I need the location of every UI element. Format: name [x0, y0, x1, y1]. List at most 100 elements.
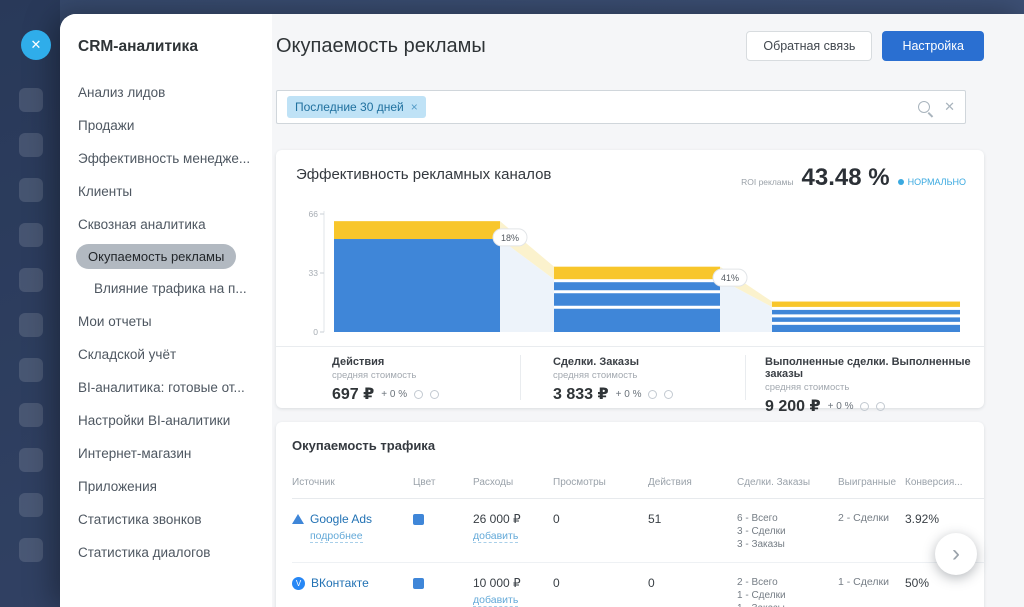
- divider: [520, 355, 521, 400]
- col-expenses: Расходы: [473, 471, 553, 498]
- sidebar-item-end-to-end-analytics[interactable]: Сквозная аналитика: [60, 208, 272, 241]
- main-panel: CRM-аналитика Анализ лидов Продажи Эффек…: [60, 14, 1024, 607]
- source-link[interactable]: ВКонтакте: [311, 576, 369, 590]
- stat-value: 3 833 ₽: [553, 384, 609, 404]
- sidebar-title: CRM-аналитика: [60, 38, 272, 56]
- stat-subtitle: средняя стоимость: [332, 370, 439, 381]
- help-icon[interactable]: [664, 390, 673, 399]
- table-row-vkontakte: V ВКонтакте 10 000 ₽ добавить 0 0 2 - Вс…: [292, 563, 984, 607]
- ad-channels-efficiency-card: Эффективность рекламных каналов ROI рекл…: [276, 150, 984, 408]
- sidebar-item-inventory[interactable]: Складской учёт: [60, 338, 272, 371]
- page-header: Окупаемость рекламы Обратная связь Настр…: [276, 14, 984, 78]
- channel-color-swatch: [413, 514, 424, 525]
- sidebar-item-applications[interactable]: Приложения: [60, 470, 272, 503]
- rail-app-icon: [19, 178, 43, 202]
- stat-delta: + 0 %: [381, 389, 407, 400]
- deals-cell: 6 - Всего 3 - Сделки 3 - Заказы: [737, 512, 838, 551]
- details-link[interactable]: подробнее: [310, 530, 363, 543]
- col-color: Цвет: [413, 471, 473, 498]
- rail-app-icon: [19, 358, 43, 382]
- filter-search-bar[interactable]: Последние 30 дней × ✕: [276, 90, 966, 124]
- funnel-card-title: Эффективность рекламных каналов: [296, 166, 551, 183]
- traffic-card-title: Окупаемость трафика: [292, 438, 984, 453]
- stat-title: Сделки. Заказы: [553, 356, 673, 368]
- clear-filter-icon[interactable]: ✕: [944, 99, 955, 115]
- sidebar-item-bi-analytics-reports[interactable]: BI-аналитика: готовые от...: [60, 371, 272, 404]
- rail-app-icon: [19, 538, 43, 562]
- stat-value: 9 200 ₽: [765, 396, 821, 416]
- roi-block: ROI рекламы 43.48 % НОРМАЛЬНО: [741, 164, 966, 192]
- sidebar-item-manager-efficiency[interactable]: Эффективность менедже...: [60, 142, 272, 175]
- scroll-right-button[interactable]: ›: [935, 533, 977, 575]
- sidebar-item-bi-settings[interactable]: Настройки BI-аналитики: [60, 404, 272, 437]
- conversion-value: 50%: [905, 576, 984, 590]
- traffic-payback-card: Окупаемость трафика Источник Цвет Расход…: [276, 422, 984, 607]
- conversion-value: 3.92%: [905, 512, 984, 526]
- status-dot-icon: [898, 179, 904, 185]
- info-icon[interactable]: [860, 402, 869, 411]
- col-source: Источник: [292, 471, 413, 498]
- dimmed-app-rail: [0, 0, 60, 607]
- close-slider-button[interactable]: ✕: [21, 30, 51, 60]
- svg-text:0: 0: [313, 327, 318, 337]
- funnel-stats-row: Действия средняя стоимость 697 ₽ + 0 % С…: [276, 346, 984, 408]
- sidebar-item-sales[interactable]: Продажи: [60, 109, 272, 142]
- sidebar-item-lead-analysis[interactable]: Анализ лидов: [60, 76, 272, 109]
- svg-text:66: 66: [309, 209, 319, 219]
- won-value: 2 - Сделки: [838, 512, 905, 524]
- source-link[interactable]: Google Ads: [310, 512, 372, 526]
- sidebar-nav: Анализ лидов Продажи Эффективность менед…: [60, 76, 272, 569]
- traffic-table: Источник Цвет Расходы Просмотры Действия…: [292, 471, 984, 607]
- stat-completed-deals: Выполненные сделки. Выполненные заказы с…: [765, 356, 984, 416]
- roi-status-badge: НОРМАЛЬНО: [898, 177, 966, 187]
- info-icon[interactable]: [648, 390, 657, 399]
- sidebar-item-my-reports[interactable]: Мои отчеты: [60, 305, 272, 338]
- divider: [745, 355, 746, 400]
- rail-app-icon: [19, 133, 43, 157]
- roi-value: 43.48 %: [802, 164, 890, 192]
- stat-subtitle: средняя стоимость: [553, 370, 673, 381]
- stat-actions: Действия средняя стоимость 697 ₽ + 0 %: [332, 356, 439, 404]
- rail-app-icon: [19, 448, 43, 472]
- sidebar-item-clients[interactable]: Клиенты: [60, 175, 272, 208]
- stat-title: Выполненные сделки. Выполненные заказы: [765, 356, 984, 380]
- filter-chip-last-30-days[interactable]: Последние 30 дней ×: [287, 96, 426, 118]
- filter-chip-label: Последние 30 дней: [295, 100, 404, 114]
- help-icon[interactable]: [430, 390, 439, 399]
- sidebar-item-call-statistics[interactable]: Статистика звонков: [60, 503, 272, 536]
- chip-remove-icon[interactable]: ×: [411, 100, 418, 114]
- rail-app-icon: [19, 493, 43, 517]
- roi-status-label: НОРМАЛЬНО: [908, 177, 966, 187]
- svg-text:41%: 41%: [721, 273, 739, 283]
- sidebar-item-online-store[interactable]: Интернет-магазин: [60, 437, 272, 470]
- rail-app-icon: [19, 403, 43, 427]
- views-value: 0: [553, 512, 648, 526]
- search-icon[interactable]: [918, 101, 930, 113]
- google-ads-icon: [292, 514, 304, 524]
- sidebar-item-dialog-statistics[interactable]: Статистика диалогов: [60, 536, 272, 569]
- stat-value: 697 ₽: [332, 384, 374, 404]
- stat-deals-orders: Сделки. Заказы средняя стоимость 3 833 ₽…: [553, 356, 673, 404]
- col-deals: Сделки. Заказы: [737, 471, 838, 498]
- views-value: 0: [553, 576, 648, 590]
- funnel-chart: 6633018%41%: [288, 206, 972, 340]
- col-won: Выигранные: [838, 471, 905, 498]
- add-expenses-link[interactable]: добавить: [473, 530, 518, 543]
- deals-cell: 2 - Всего 1 - Сделки 1 - Заказы: [737, 576, 838, 607]
- page-title: Окупаемость рекламы: [276, 35, 486, 58]
- stat-delta: + 0 %: [828, 401, 854, 412]
- sidebar-item-ad-payback-selected[interactable]: Окупаемость рекламы: [76, 244, 236, 269]
- feedback-button[interactable]: Обратная связь: [746, 31, 872, 61]
- rail-app-icon: [19, 223, 43, 247]
- help-icon[interactable]: [876, 402, 885, 411]
- info-icon[interactable]: [414, 390, 423, 399]
- settings-button[interactable]: Настройка: [882, 31, 984, 61]
- svg-text:33: 33: [309, 268, 319, 278]
- vkontakte-icon: V: [292, 577, 305, 590]
- rail-app-icon: [19, 88, 43, 112]
- won-value: 1 - Сделки: [838, 576, 905, 588]
- stat-title: Действия: [332, 356, 439, 368]
- source-cell: V ВКонтакте: [292, 576, 413, 590]
- add-expenses-link[interactable]: добавить: [473, 594, 518, 607]
- sidebar-item-traffic-influence[interactable]: Влияние трафика на п...: [60, 272, 272, 305]
